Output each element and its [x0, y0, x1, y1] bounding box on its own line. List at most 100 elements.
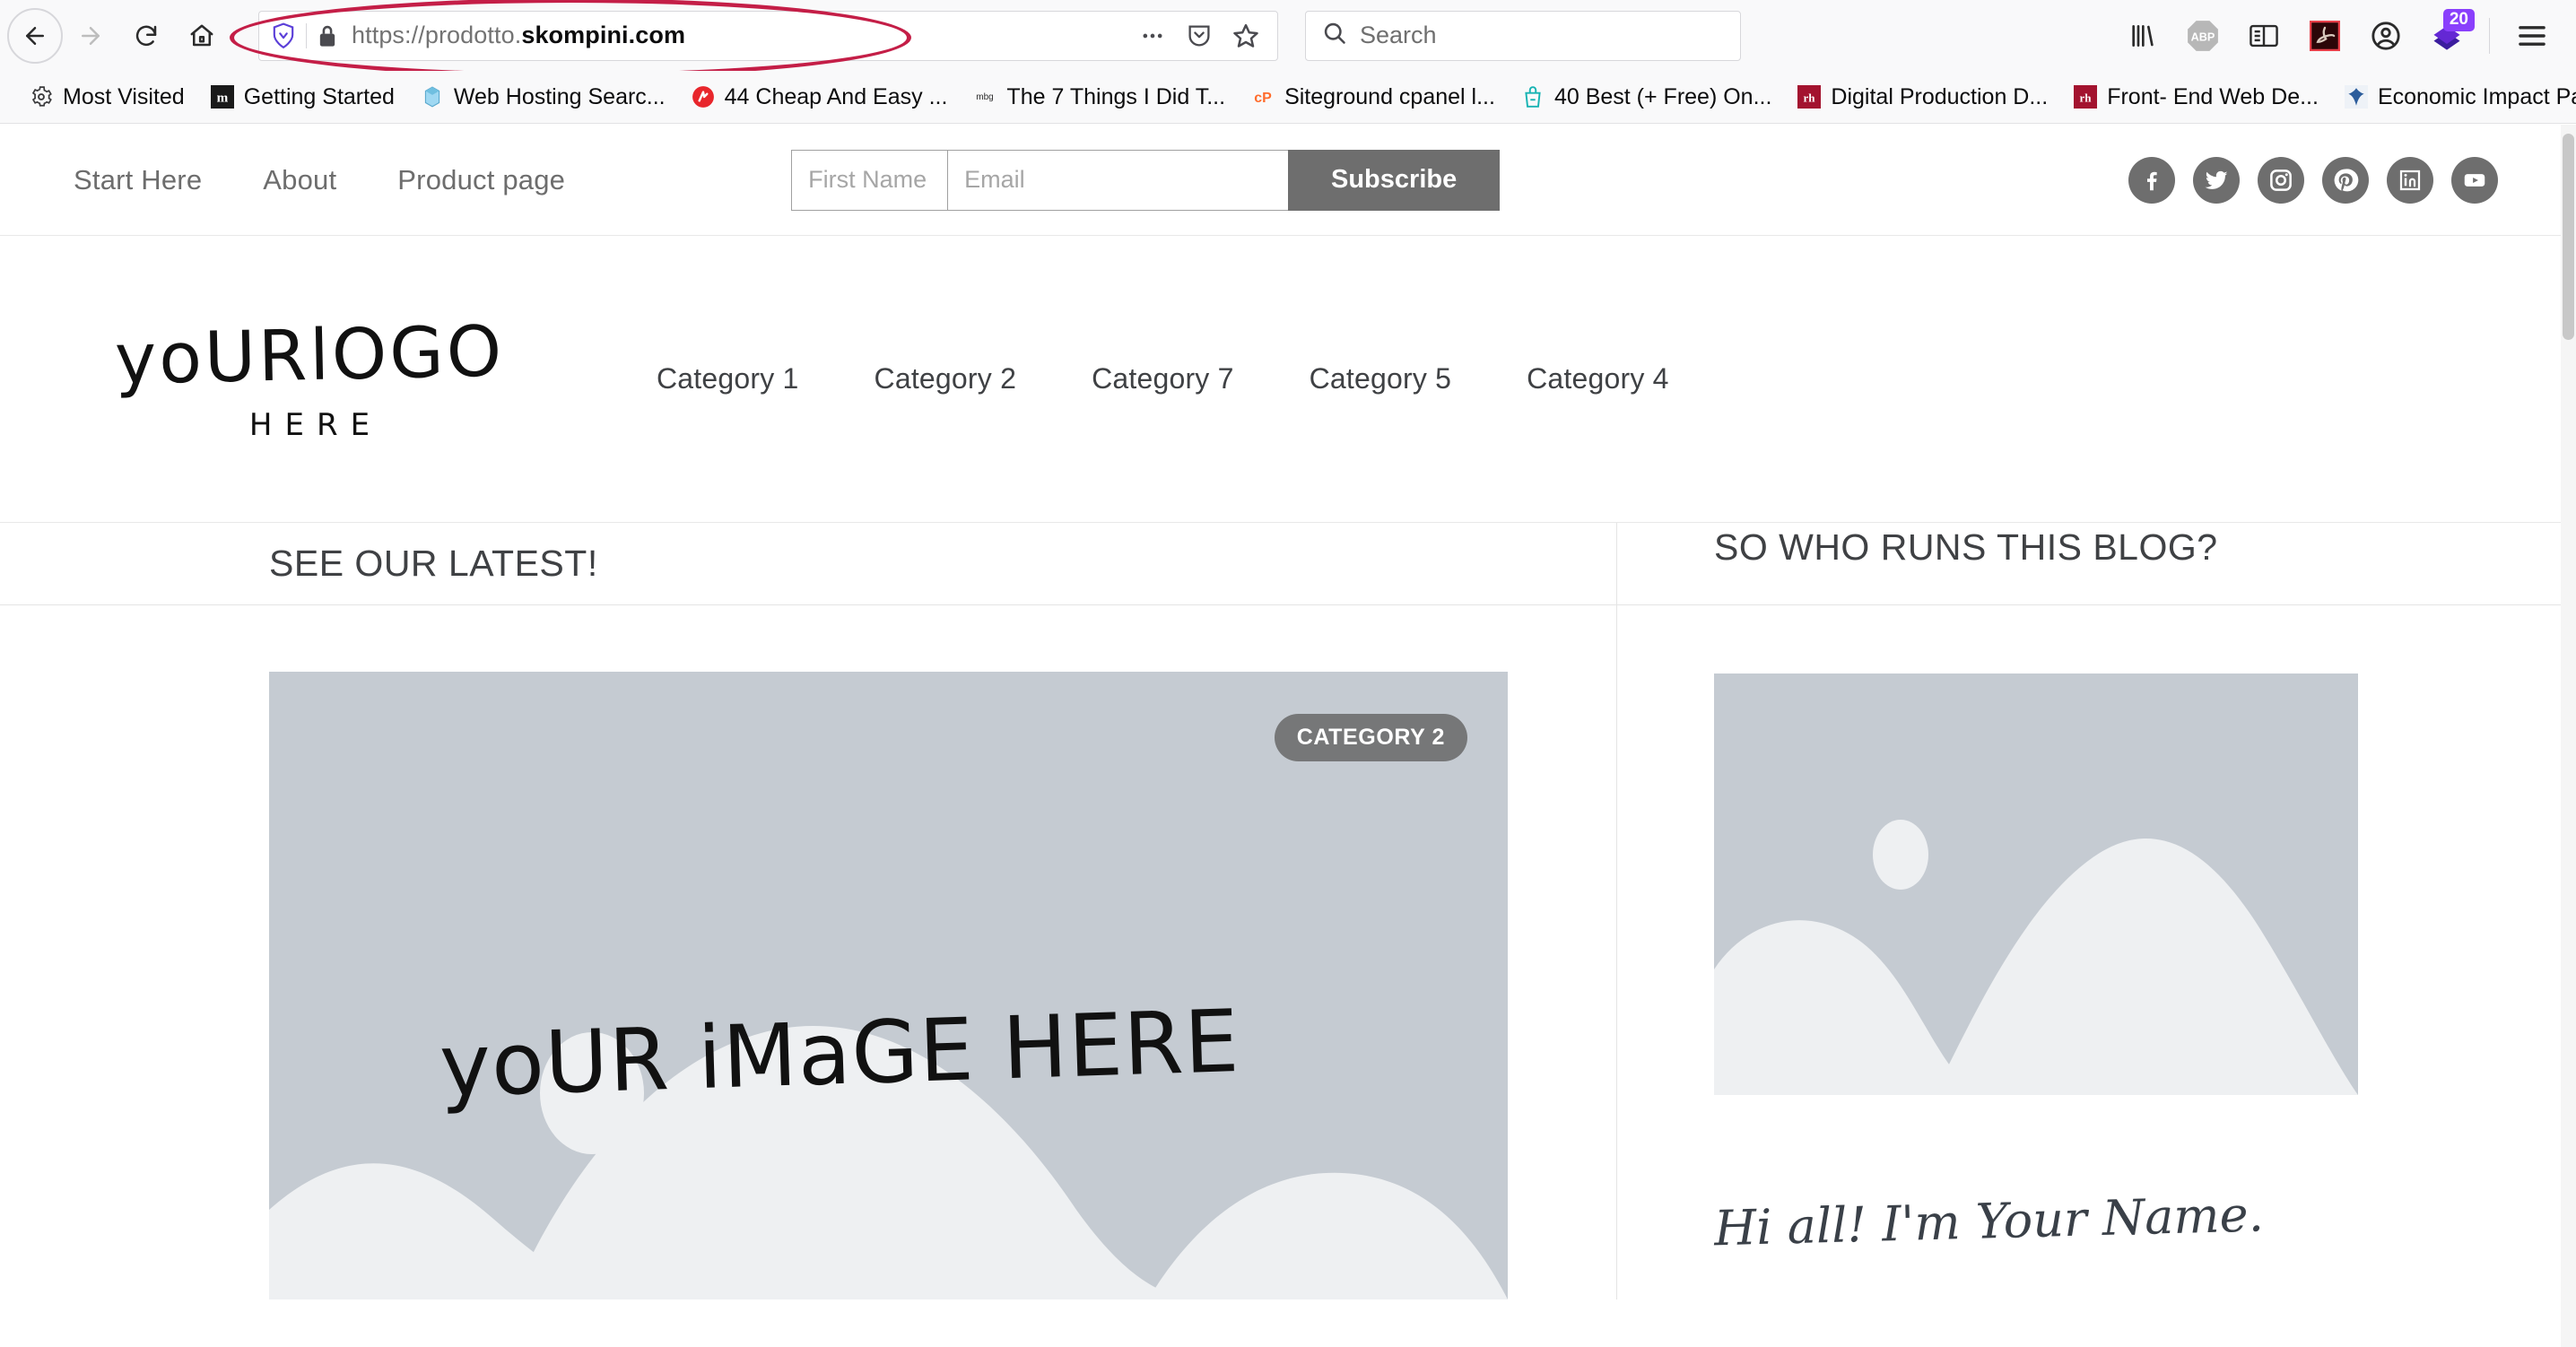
category-7-link[interactable]: Category 7 [1054, 362, 1272, 395]
magnifier-search-icon [1322, 21, 1347, 50]
reload-icon [133, 22, 160, 49]
browser-window: https://prodotto.skompini.com Search ABP… [0, 0, 2576, 1347]
bookmark-siteground[interactable]: cP Siteground cpanel l... [1238, 79, 1508, 116]
reader-view-icon[interactable] [2238, 10, 2290, 62]
library-icon[interactable] [2116, 10, 2168, 62]
adobe-acrobat-icon[interactable] [2299, 10, 2351, 62]
linkedin-icon[interactable] [2387, 156, 2433, 204]
cpanel-icon: cP [1250, 84, 1275, 109]
blue-box-icon [420, 84, 445, 109]
bookmark-frontend-web[interactable]: rh Front- End Web De... [2060, 79, 2331, 116]
subscribe-form: Subscribe [791, 149, 1501, 211]
svg-text:mbg: mbg [977, 92, 994, 102]
sidebar-placeholder-illustration [1714, 674, 2358, 1095]
bookmark-digital-production[interactable]: rh Digital Production D... [1784, 79, 2060, 116]
nav-product-page[interactable]: Product page [367, 164, 596, 196]
back-button[interactable] [7, 7, 63, 64]
gear-icon [29, 84, 54, 109]
bookmark-most-visited[interactable]: Most Visited [16, 79, 197, 116]
search-bar[interactable]: Search [1305, 10, 1741, 61]
bookmark-label: Economic Impact Pa... [2377, 83, 2576, 109]
web-page-content: Start Here About Product page Subscribe [0, 125, 2561, 1347]
about-title: SO WHO RUNS THIS BLOG? [1714, 526, 2218, 568]
pinterest-icon[interactable] [2322, 156, 2369, 204]
first-name-field[interactable] [791, 149, 948, 211]
about-section-heading: SO WHO RUNS THIS BLOG? [1616, 523, 2561, 604]
rh-icon: rh [1797, 84, 1822, 109]
account-avatar-icon[interactable] [2360, 10, 2412, 62]
svg-text:m: m [216, 90, 228, 105]
featured-post-card[interactable]: CATEGORY 2 yoUR iMaGE HERE [269, 672, 1508, 1299]
bookmark-getting-started[interactable]: m Getting Started [197, 79, 407, 116]
scrollbar-thumb[interactable] [2563, 134, 2574, 340]
bookmark-label: Web Hosting Searc... [453, 83, 666, 109]
site-utility-bar: Start Here About Product page Subscribe [0, 125, 2561, 236]
svg-text:rh: rh [1804, 91, 1816, 104]
category-5-link[interactable]: Category 5 [1272, 362, 1490, 395]
instagram-icon[interactable] [2258, 156, 2304, 204]
downloads-icon[interactable]: 20 [2421, 8, 2475, 62]
category-2-link[interactable]: Category 2 [837, 362, 1055, 395]
bookmark-label: Front- End Web De... [2107, 83, 2319, 109]
section-headings-row: SEE OUR LATEST! SO WHO RUNS THIS BLOG? [0, 523, 2561, 605]
search-input[interactable]: Search [1360, 22, 1437, 49]
adblock-plus-icon[interactable]: ABP [2177, 10, 2229, 62]
url-bar-container: https://prodotto.skompini.com [230, 0, 1278, 77]
bookmark-44-cheap[interactable]: 44 Cheap And Easy ... [678, 79, 961, 116]
url-bar-actions [1132, 15, 1272, 56]
nav-start-here[interactable]: Start Here [43, 164, 232, 196]
author-intro-text: Hi all! I'm Your Name. [1713, 1186, 2265, 1257]
bookmarks-bar: Most Visited m Getting Started Web Hosti… [0, 71, 2576, 124]
author-photo-placeholder[interactable] [1714, 674, 2358, 1095]
tracking-protection-shield-icon[interactable] [268, 21, 299, 51]
rh-icon: rh [2073, 84, 2098, 109]
downloads-badge: 20 [2442, 8, 2475, 32]
bookmark-40-best[interactable]: 40 Best (+ Free) On... [1508, 79, 1784, 116]
category-4-link[interactable]: Category 4 [1489, 362, 1707, 395]
bookmark-7-things[interactable]: mbg The 7 Things I Did T... [960, 79, 1238, 116]
forward-arrow-icon [77, 22, 104, 49]
irs-eagle-icon [2344, 84, 2369, 109]
url-divider [306, 22, 307, 48]
reload-button[interactable] [118, 8, 174, 64]
nav-about[interactable]: About [232, 164, 367, 196]
email-field[interactable] [947, 149, 1289, 211]
url-bar[interactable]: https://prodotto.skompini.com [258, 10, 1278, 61]
bookmark-label: Siteground cpanel l... [1284, 83, 1495, 109]
logo-main-text: yoURlOGO [114, 310, 505, 401]
bookmark-label: Digital Production D... [1831, 83, 2049, 109]
logo-sub-text: HERE [248, 406, 383, 443]
svg-text:ABP: ABP [2191, 30, 2215, 43]
main-column: CATEGORY 2 yoUR iMaGE HERE [0, 605, 1616, 1299]
facebook-icon[interactable] [2128, 156, 2175, 204]
subscribe-button[interactable]: Subscribe [1288, 149, 1501, 211]
toolbar-divider [2489, 17, 2490, 54]
main-content-row: CATEGORY 2 yoUR iMaGE HERE Hi all! I'm Y… [0, 605, 2561, 1299]
page-actions-ellipsis-icon[interactable] [1132, 15, 1173, 56]
site-logo[interactable]: yoURlOGO HERE [0, 311, 619, 443]
bookmark-label: 44 Cheap And Easy ... [724, 83, 948, 109]
url-text: https://prodotto.skompini.com [352, 22, 685, 49]
bookmark-economic-impact[interactable]: Economic Impact Pa... [2331, 79, 2576, 116]
sidebar-column: Hi all! I'm Your Name. [1616, 605, 2561, 1299]
pocket-icon[interactable] [1179, 15, 1220, 56]
category-badge[interactable]: CATEGORY 2 [1274, 714, 1467, 761]
bookmark-web-hosting[interactable]: Web Hosting Searc... [407, 79, 678, 116]
svg-text:cP: cP [1254, 91, 1272, 106]
category-navigation: Category 1 Category 2 Category 7 Categor… [619, 362, 1707, 395]
home-button[interactable] [174, 8, 230, 64]
url-protocol-host: https://prodotto. [352, 22, 522, 48]
bookmark-label: The 7 Things I Did T... [1006, 83, 1226, 109]
hamburger-menu-icon[interactable] [2506, 10, 2558, 62]
page-scrollbar[interactable] [2561, 125, 2576, 1347]
bookmark-star-icon[interactable] [1225, 15, 1266, 56]
forward-button[interactable] [63, 8, 118, 64]
youtube-icon[interactable] [2451, 156, 2498, 204]
navigation-buttons [0, 7, 230, 64]
bookmark-label: Getting Started [243, 83, 395, 109]
padlock-secure-icon [314, 22, 341, 49]
site-top-navigation: Start Here About Product page [0, 164, 596, 196]
category-1-link[interactable]: Category 1 [619, 362, 837, 395]
svg-text:rh: rh [2080, 91, 2093, 104]
twitter-icon[interactable] [2193, 156, 2240, 204]
